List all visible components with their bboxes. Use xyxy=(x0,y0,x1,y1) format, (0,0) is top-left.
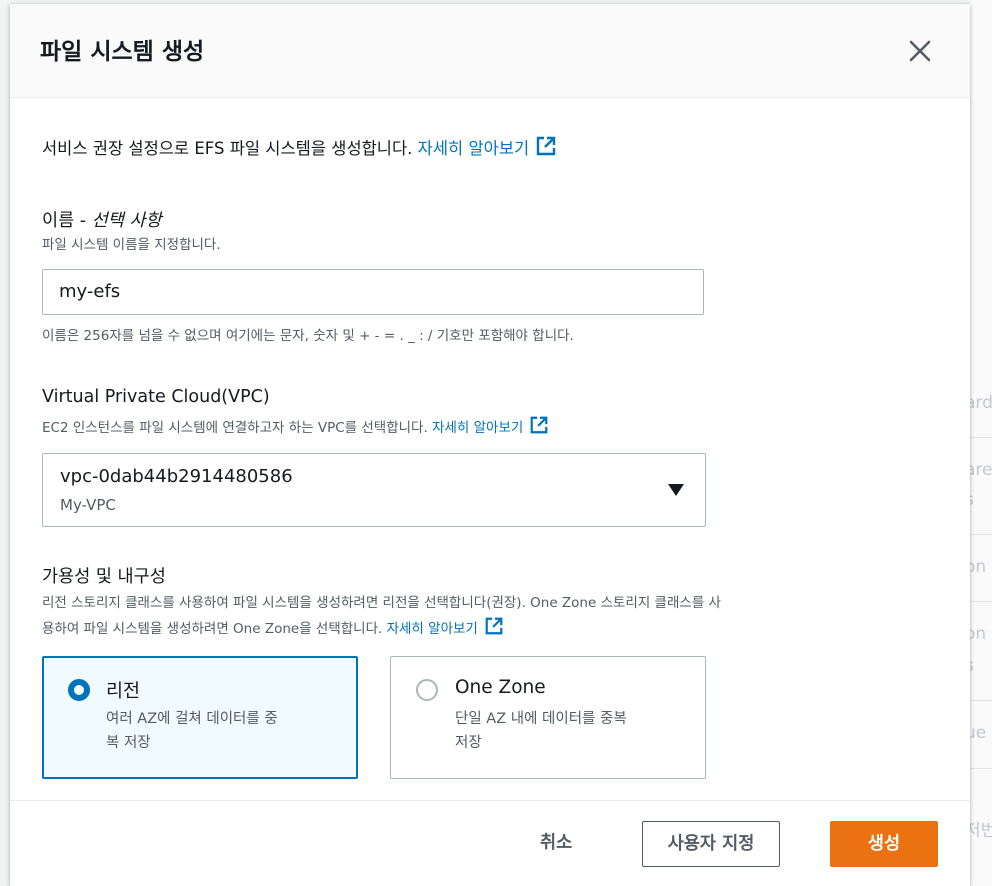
external-link-icon xyxy=(485,617,503,635)
vpc-select-value: vpc-0dab44b2914480586 xyxy=(60,466,293,487)
regional-desc-line1: 여러 AZ에 걸쳐 데이터를 중 xyxy=(106,711,278,727)
vpc-field-label: Virtual Private Cloud(VPC) xyxy=(42,387,270,407)
name-constraint-text: 이름은 256자를 넘을 수 없으며 여기에는 문자, 숫자 및 + - = .… xyxy=(42,328,574,344)
durability-learn-more-link[interactable]: 자세히 알아보기 xyxy=(386,617,504,637)
modal-header: 파일 시스템 생성 xyxy=(10,4,970,98)
caret-down-icon xyxy=(668,484,684,496)
name-field-description: 파일 시스템 이름을 지정합니다. xyxy=(42,237,221,253)
vpc-field-description: EC2 인스턴스를 파일 시스템에 연결하고자 하는 VPC를 선택합니다. 자… xyxy=(42,415,549,441)
background-divider xyxy=(970,768,992,769)
background-divider xyxy=(970,700,992,701)
background-divider xyxy=(970,437,992,438)
intro-learn-more-label: 자세히 알아보기 xyxy=(417,139,530,158)
durability-description-line1: 리전 스토리지 클래스를 사용하여 파일 시스템을 생성하려면 리전을 선택합니… xyxy=(42,595,721,611)
vpc-description-text: EC2 인스턴스를 파일 시스템에 연결하고자 하는 VPC를 선택합니다. xyxy=(42,420,428,436)
background-divider xyxy=(970,601,992,602)
modal-footer: 취소 사용자 지정 생성 xyxy=(10,800,970,886)
durability-field-label: 가용성 및 내구성 xyxy=(42,567,166,587)
vpc-learn-more-label: 자세히 알아보기 xyxy=(432,420,524,436)
one-zone-desc-line1: 단일 AZ 내에 데이터를 중복 xyxy=(455,711,627,727)
regional-option-title: 리전 xyxy=(106,681,141,702)
vpc-select[interactable]: vpc-0dab44b2914480586 My-VPC xyxy=(42,453,706,527)
name-label-text: 이름 - xyxy=(42,211,87,231)
create-file-system-modal: 파일 시스템 생성 서비스 권장 설정으로 EFS 파일 시스템을 생성합니다.… xyxy=(10,4,970,886)
name-field-label: 이름 - 선택 사항 xyxy=(42,207,162,232)
intro-description: 서비스 권장 설정으로 EFS 파일 시스템을 생성합니다. xyxy=(42,139,413,158)
create-button[interactable]: 생성 xyxy=(830,821,938,867)
intro-text: 서비스 권장 설정으로 EFS 파일 시스템을 생성합니다. 자세히 알아보기 xyxy=(42,135,557,159)
background-divider xyxy=(970,534,992,535)
customize-button[interactable]: 사용자 지정 xyxy=(642,821,780,867)
one-zone-desc-line2: 저장 xyxy=(455,735,482,751)
external-link-icon xyxy=(530,416,548,434)
name-label-optional: 선택 사항 xyxy=(91,211,162,231)
name-input[interactable]: my-efs xyxy=(42,269,704,315)
vpc-select-subtitle: My-VPC xyxy=(60,496,116,514)
regional-desc-line2: 복 저장 xyxy=(106,735,151,751)
modal-title: 파일 시스템 생성 xyxy=(40,39,205,65)
one-zone-radio[interactable] xyxy=(416,679,438,701)
regional-radio[interactable] xyxy=(68,679,90,701)
cancel-button[interactable]: 취소 xyxy=(540,829,572,854)
one-zone-option-tile[interactable]: One Zone 단일 AZ 내에 데이터를 중복 저장 xyxy=(390,656,706,779)
external-link-icon xyxy=(536,136,556,156)
durability-learn-more-label: 자세히 알아보기 xyxy=(386,621,478,637)
durability-description-text: 용하여 파일 시스템을 생성하려면 One Zone을 선택합니다. xyxy=(42,621,383,637)
one-zone-option-description: 단일 AZ 내에 데이터를 중복 저장 xyxy=(455,707,627,755)
regional-option-description: 여러 AZ에 걸쳐 데이터를 중 복 저장 xyxy=(106,707,278,755)
durability-description-line2: 용하여 파일 시스템을 생성하려면 One Zone을 선택합니다. 자세히 알… xyxy=(42,616,504,642)
background-strip xyxy=(970,0,992,886)
close-button[interactable] xyxy=(903,34,937,68)
regional-option-tile[interactable]: 리전 여러 AZ에 걸쳐 데이터를 중 복 저장 xyxy=(42,656,358,779)
vpc-learn-more-link[interactable]: 자세히 알아보기 xyxy=(432,416,549,436)
close-icon xyxy=(909,40,931,62)
one-zone-option-title: One Zone xyxy=(455,677,546,698)
intro-learn-more-link[interactable]: 자세히 알아보기 xyxy=(417,136,558,158)
